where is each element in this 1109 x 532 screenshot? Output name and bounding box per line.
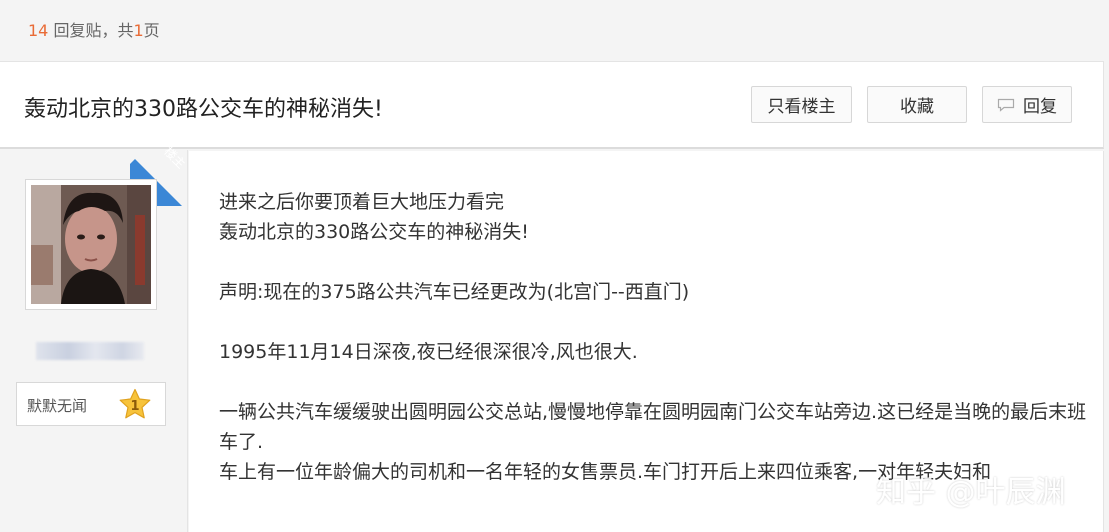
post-line: 1995年11月14日深夜,夜已经很深很冷,风也很大. [219, 341, 638, 363]
level-star-icon: 1 [119, 388, 151, 419]
comment-bubble-icon [997, 98, 1015, 112]
post-line: 声明:现在的375路公共汽车已经更改为(北宫门--西直门) [219, 281, 690, 303]
reply-button[interactable]: 回复 [982, 86, 1072, 123]
reply-count-number: 14 [28, 21, 49, 40]
thread-title-bar: 轰动北京的330路公交车的神秘消失! 只看楼主 收藏 回复 [0, 61, 1104, 149]
post-body: 进来之后你要顶着巨大地压力看完轰动北京的330路公交车的神秘消失! 声明:现在的3… [219, 187, 1089, 487]
avatar-photo-icon [31, 185, 151, 304]
avatar[interactable] [31, 185, 151, 304]
username-blurred[interactable] [36, 342, 144, 360]
post-line: 一辆公共汽车缓缓驶出圆明园公交总站,慢慢地停靠在圆明园南门公交车站旁边.这已经是… [219, 401, 1087, 453]
post-line: 进来之后你要顶着巨大地压力看完 [219, 191, 505, 213]
reply-count-label: 回复贴，共 [48, 21, 134, 40]
reply-count-text: 14 回复贴，共1页 [28, 17, 160, 41]
user-level-box[interactable]: 默默无闻 1 [16, 382, 166, 426]
avatar-frame[interactable] [25, 179, 157, 310]
badge-label: 楼主 [161, 146, 189, 172]
thread-title: 轰动北京的330路公交车的神秘消失! [24, 97, 383, 122]
level-name: 默默无闻 [27, 397, 88, 415]
favorite-label: 收藏 [900, 97, 934, 117]
thread-pager-bar: 14 回复贴，共1页 [0, 0, 1109, 60]
level-number: 1 [130, 399, 139, 414]
only-author-button[interactable]: 只看楼主 [751, 86, 852, 123]
post-line: 轰动北京的330路公交车的神秘消失! [219, 221, 529, 243]
favorite-button[interactable]: 收藏 [867, 86, 967, 123]
reply-label: 回复 [1023, 97, 1057, 117]
watermark: 知乎 @叶辰渊 [876, 475, 1066, 510]
only-author-label: 只看楼主 [767, 97, 836, 117]
page-count-label: 页 [143, 21, 160, 40]
page-count-number: 1 [133, 21, 144, 40]
